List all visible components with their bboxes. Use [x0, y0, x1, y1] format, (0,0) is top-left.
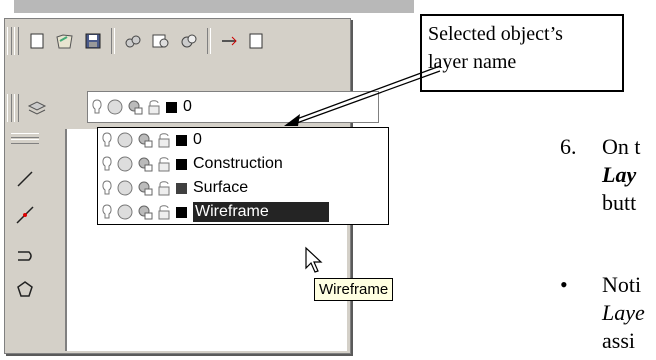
step-text-line-1: On t — [602, 134, 641, 159]
copy-icon[interactable] — [243, 27, 271, 55]
freeze-viewport-icon[interactable] — [136, 155, 154, 173]
layer-name: Construction — [193, 155, 283, 172]
layer-name: Wireframe — [193, 202, 329, 222]
construction-line-icon[interactable] — [11, 201, 39, 229]
toolbar-grip[interactable] — [7, 94, 12, 122]
freeze-viewport-icon[interactable] — [126, 98, 144, 116]
freeze-sun-icon[interactable] — [116, 179, 134, 197]
layer-color-swatch[interactable] — [176, 134, 187, 146]
layer-color-swatch[interactable] — [176, 158, 187, 170]
layer-color-swatch[interactable] — [176, 206, 187, 218]
toolbar-grip[interactable] — [11, 133, 39, 138]
layer-state-icons — [98, 155, 172, 173]
step-text-line-3: butt — [602, 190, 637, 215]
lightbulb-icon[interactable] — [100, 179, 114, 197]
top-strip — [14, 0, 414, 13]
layer-dropdown-list: 0 Construction Surface Wireframe — [97, 127, 389, 225]
freeze-sun-icon[interactable] — [106, 98, 124, 116]
tooltip: Wireframe — [314, 278, 394, 301]
callout-arrow — [284, 65, 441, 126]
step-number: 6. — [560, 134, 577, 159]
freeze-sun-icon[interactable] — [116, 203, 134, 221]
standard-toolbar — [7, 25, 427, 57]
layer-color-swatch[interactable] — [166, 101, 177, 113]
freeze-sun-icon[interactable] — [116, 155, 134, 173]
toolbar-grip[interactable] — [11, 139, 39, 144]
line-icon[interactable] — [11, 165, 39, 193]
lightbulb-icon[interactable] — [100, 131, 114, 149]
layer-name: Surface — [193, 179, 249, 196]
lock-icon[interactable] — [146, 98, 162, 116]
layer-state-icons — [88, 98, 162, 116]
polygon-icon[interactable] — [11, 275, 39, 303]
layer-list-item-selected[interactable]: Wireframe — [98, 200, 386, 224]
callout-box: Selected object’s layer name — [420, 14, 624, 92]
lightbulb-icon[interactable] — [100, 155, 114, 173]
step-text-line-2: Lay — [602, 162, 637, 187]
layer-state-icons — [98, 131, 172, 149]
lock-icon[interactable] — [156, 179, 172, 197]
layer-list-item[interactable]: Construction — [98, 152, 386, 176]
freeze-sun-icon[interactable] — [116, 131, 134, 149]
callout-line-1: Selected object’s — [428, 23, 563, 45]
polyline-icon[interactable] — [11, 243, 39, 271]
layer-state-icons — [98, 203, 172, 221]
freeze-viewport-icon[interactable] — [136, 131, 154, 149]
bullet-text-line-2: Laye — [602, 300, 645, 325]
plot-preview-icon[interactable] — [147, 27, 175, 55]
cut-icon[interactable] — [215, 27, 243, 55]
lock-icon[interactable] — [156, 203, 172, 221]
lock-icon[interactable] — [156, 131, 172, 149]
bullet-text-line-1: Noti — [602, 272, 642, 297]
freeze-viewport-icon[interactable] — [136, 179, 154, 197]
freeze-viewport-icon[interactable] — [136, 203, 154, 221]
publish-icon[interactable] — [175, 27, 203, 55]
layer-state-icons — [98, 179, 172, 197]
save-icon[interactable] — [79, 27, 107, 55]
plot-icon[interactable] — [119, 27, 147, 55]
lock-icon[interactable] — [156, 155, 172, 173]
layer-list-item[interactable]: Surface — [98, 176, 386, 200]
mouse-pointer-icon — [305, 246, 323, 273]
lightbulb-icon[interactable] — [90, 98, 104, 116]
layer-color-swatch[interactable] — [176, 182, 187, 194]
bullet-text-line-3: assi — [602, 328, 635, 353]
current-layer-name: 0 — [183, 98, 192, 115]
layer-properties-manager-icon[interactable] — [23, 94, 51, 122]
draw-toolbar — [7, 129, 43, 349]
open-file-icon[interactable] — [51, 27, 79, 55]
layer-name: 0 — [193, 131, 202, 148]
callout-line-2: layer name — [428, 51, 517, 73]
bullet-marker: • — [560, 272, 568, 297]
layer-list-item[interactable]: 0 — [98, 128, 386, 152]
new-file-icon[interactable] — [23, 27, 51, 55]
toolbar-grip[interactable] — [14, 27, 19, 55]
lightbulb-icon[interactable] — [100, 203, 114, 221]
toolbar-grip[interactable] — [14, 94, 19, 122]
toolbar-grip[interactable] — [7, 27, 12, 55]
